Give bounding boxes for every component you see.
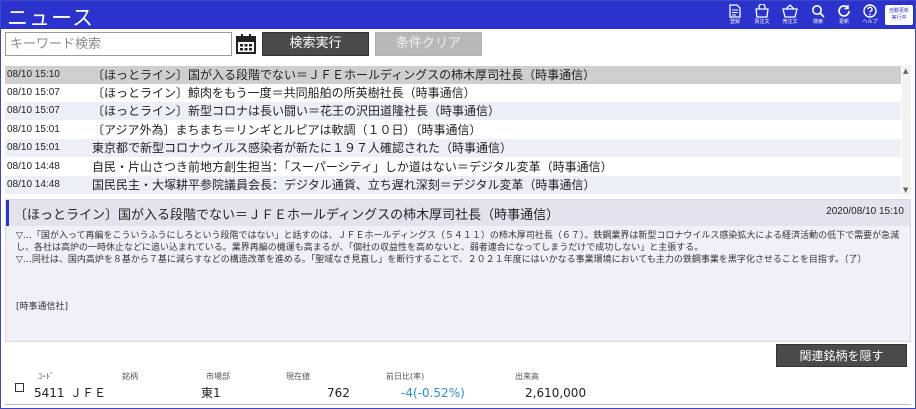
news-headline: 国民民主・大塚耕平参院議員会長：デジタル通貨、立ち遅れ深刻＝デジタル変革（時事通… [92,178,596,192]
calendar-icon [236,34,256,54]
article-title: 〔ほっとライン〕国が入る段階でない＝ＪＦＥホールディングスの柿木厚司社長（時事通… [14,208,560,223]
search-execute-button[interactable]: 検索実行 [262,32,369,56]
calendar-button[interactable] [235,33,257,55]
search-button[interactable]: 検索 [805,4,831,28]
header-bar: ニュース 登録 買注文 売注文 検索 更新 ヘルプ 自動更新 実行中 [1,1,915,30]
stock-volume: 2,610,000 [525,386,587,400]
page-title: ニュース [7,6,94,30]
article-datetime: 2020/08/10 15:10 [826,206,904,217]
news-headline: 東京都で新型コロナウイルス感染者が新たに１９７人確認された（時事通信） [92,141,513,155]
register-button[interactable]: 登録 [722,4,748,28]
help-icon [863,4,877,18]
column-name: 銘柄 [122,372,138,381]
news-row[interactable]: 08/10 14:48 自民・片山さつき前地方創生担当：「スーパーシティ」しか道… [5,158,901,176]
column-code: ｺｰﾄﾞ [38,372,54,381]
stock-checkbox[interactable] [15,383,24,392]
search-icon [812,5,825,18]
column-price: 現在値 [286,372,310,381]
news-headline: 〔アジア外為〕まちまち＝リンギとルピアは軟調（１０日）（時事通信） [92,123,482,137]
related-stock-row[interactable]: 5411 ＪＦＥ 東1 762 -4(-0.52%) 2,610,000 [5,383,911,403]
refresh-icon [838,5,850,17]
column-market: 市場部 [206,372,230,381]
article-body: ▽…「国が入って再編をこういうふうにしろという段階ではない」と話すのは、ＪＦＥホ… [16,230,904,266]
news-time: 08/10 14:48 [7,179,60,190]
news-row[interactable]: 08/10 15:01 東京都で新型コロナウイルス感染者が新たに１９７人確認され… [5,139,901,157]
basket-icon [782,4,798,18]
related-stocks-header: ｺｰﾄﾞ 銘柄 市場部 現在値 前日比(率) 出来高 [5,371,911,383]
bag-icon [755,4,769,18]
news-time: 08/10 15:07 [7,105,60,116]
stock-price: 762 [327,386,350,400]
article-source: [時事通信社] [16,302,69,312]
hide-related-stocks-button[interactable]: 関連銘柄を隠す [776,344,907,367]
divider [5,404,911,405]
news-time: 08/10 14:48 [7,161,60,172]
buy-order-button[interactable]: 買注文 [749,4,775,28]
article-paragraph: ▽…「国が入って再編をこういうふうにしろという段階ではない」と話すのは、ＪＦＥホ… [16,231,900,253]
news-headline: 〔ほっとライン〕鯨肉をもう一度＝共同船舶の所英樹社長（時事通信） [92,86,476,100]
news-headline: 〔ほっとライン〕国が入る段階でない＝ＪＦＥホールディングスの柿木厚司社長（時事通… [92,68,596,82]
refresh-button[interactable]: 更新 [831,4,857,28]
column-volume: 出来高 [515,372,539,381]
news-headline: 自民・片山さつき前地方創生担当：「スーパーシティ」しか道はない＝デジタル変革（時… [92,160,613,174]
document-icon [729,4,741,18]
news-headline: 〔ほっとライン〕新型コロナは長い闘い＝花王の沢田道隆社長（時事通信） [92,104,501,118]
news-list-scrollbar[interactable]: ▲ ▼ [902,66,911,195]
article-header: 〔ほっとライン〕国が入る段階でない＝ＪＦＥホールディングスの柿木厚司社長（時事通… [6,200,910,226]
news-row[interactable]: 08/10 14:48 国民民主・大塚耕平参院議員会長：デジタル通貨、立ち遅れ深… [5,176,901,194]
column-change: 前日比(率) [386,372,425,381]
auto-update-badge[interactable]: 自動更新 実行中 [885,5,913,25]
news-time: 08/10 15:10 [7,69,60,80]
news-row[interactable]: 08/10 15:01 〔アジア外為〕まちまち＝リンギとルピアは軟調（１０日）（… [5,121,901,139]
stock-market: 東1 [201,386,221,400]
news-list: 08/10 15:10 〔ほっとライン〕国が入る段階でない＝ＪＦＥホールディング… [5,66,901,195]
stock-change: -4(-0.52%) [401,386,465,400]
help-button[interactable]: ヘルプ [857,4,883,28]
news-row[interactable]: 08/10 15:10 〔ほっとライン〕国が入る段階でない＝ＪＦＥホールディング… [5,66,901,84]
scroll-up-icon[interactable]: ▲ [903,67,908,75]
scroll-down-icon[interactable]: ▼ [903,186,908,194]
news-time: 08/10 15:07 [7,87,60,98]
clear-conditions-button[interactable]: 条件クリア [375,32,482,56]
news-window: ニュース 登録 買注文 売注文 検索 更新 ヘルプ 自動更新 実行中 キーワード… [0,0,916,409]
article-panel: 〔ほっとライン〕国が入る段階でない＝ＪＦＥホールディングスの柿木厚司社長（時事通… [5,199,911,342]
keyword-search-input[interactable] [5,32,232,56]
news-time: 08/10 15:01 [7,124,60,135]
news-row[interactable]: 08/10 15:07 〔ほっとライン〕新型コロナは長い闘い＝花王の沢田道隆社長… [5,102,901,120]
news-row[interactable]: 08/10 15:07 〔ほっとライン〕鯨肉をもう一度＝共同船舶の所英樹社長（時… [5,84,901,102]
sell-order-button[interactable]: 売注文 [777,4,803,28]
stock-name: ＪＦＥ [70,386,107,400]
article-paragraph: ▽…同社は、国内高炉を８基から７基に減らすなどの構造改革を進める。「聖域なき見直… [16,255,867,265]
stock-code: 5411 [34,386,65,400]
news-time: 08/10 15:01 [7,142,60,153]
